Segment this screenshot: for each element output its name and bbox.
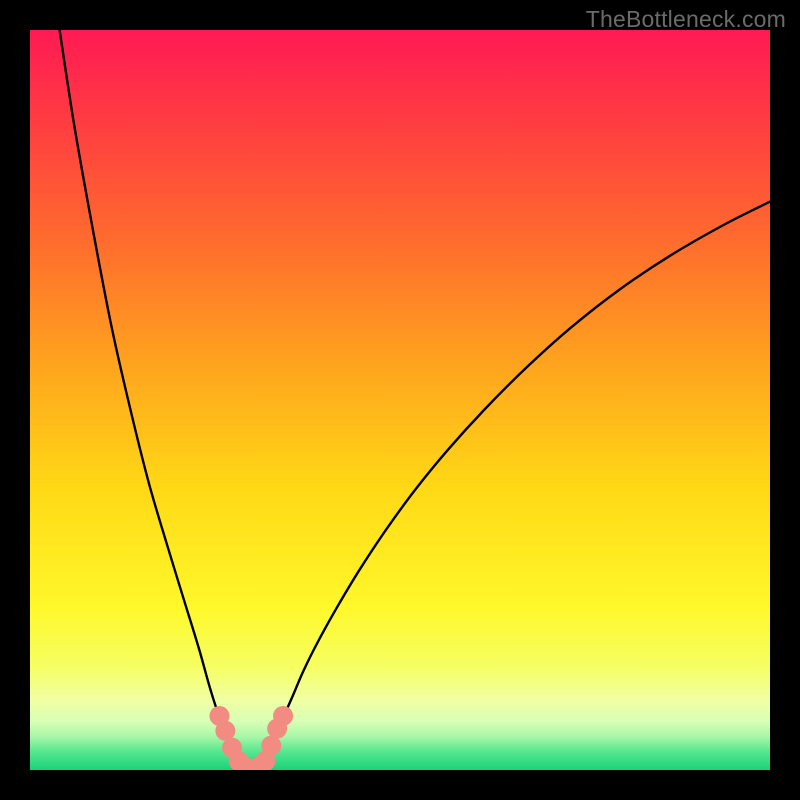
gradient-background bbox=[30, 30, 770, 770]
chart-frame: TheBottleneck.com bbox=[0, 0, 800, 800]
marker-dot bbox=[273, 706, 293, 726]
bottleneck-curve-chart bbox=[30, 30, 770, 770]
marker-dot bbox=[261, 736, 281, 756]
marker-dot bbox=[215, 721, 235, 741]
plot-area bbox=[30, 30, 770, 770]
watermark-text: TheBottleneck.com bbox=[586, 6, 786, 33]
